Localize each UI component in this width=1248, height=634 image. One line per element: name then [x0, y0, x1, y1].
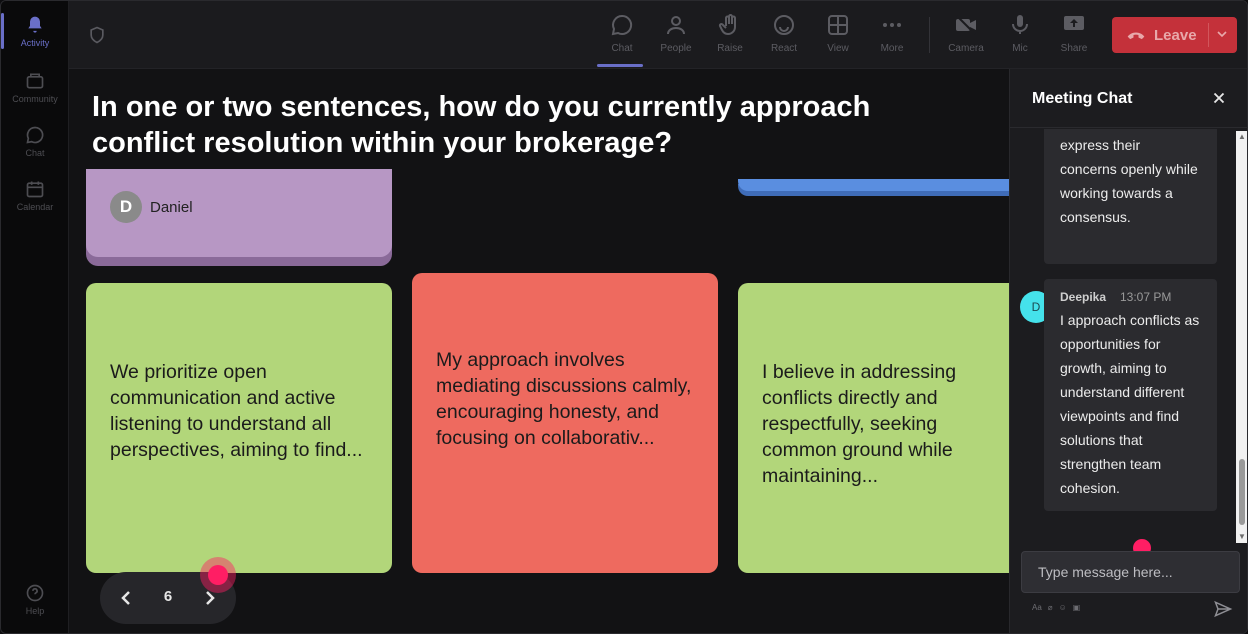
raise-hand-button[interactable]: Raise — [705, 11, 755, 61]
format-text-icon[interactable]: Aa — [1032, 603, 1042, 612]
meeting-toolbar: Chat People Raise React View More Camera — [69, 1, 1247, 69]
emoji-icon[interactable]: ☺ — [1059, 603, 1067, 612]
gif-icon[interactable]: ▣ — [1073, 603, 1081, 612]
close-icon[interactable] — [1210, 89, 1228, 107]
community-icon — [26, 73, 44, 88]
scrollbar-thumb[interactable] — [1239, 459, 1245, 525]
meeting-chat-panel: Meeting Chat express their concerns open… — [1009, 69, 1247, 633]
microphone-icon — [1012, 15, 1028, 34]
leave-button-divider — [1208, 23, 1209, 47]
card-text: I believe in addressing conflicts direct… — [762, 361, 957, 487]
share-button-label: Share — [1060, 43, 1088, 54]
chat-icon — [26, 126, 44, 144]
meeting-app: Activity Community Chat Calendar Help Ch… — [0, 0, 1248, 634]
format-toolbar: Aa ⌀ ☺ ▣ — [1032, 603, 1080, 612]
person-icon — [667, 16, 685, 35]
chat-message-input[interactable] — [1021, 551, 1240, 593]
rail-item-label: Activity — [20, 37, 50, 48]
leave-button-label: Leave — [1154, 26, 1197, 44]
mic-button[interactable]: Mic — [995, 11, 1045, 61]
presentation-stage: In one or two sentences, how do you curr… — [69, 69, 1009, 633]
rail-item-label: Calendar — [16, 201, 54, 212]
cursor-dot — [208, 565, 228, 585]
chat-message: express their concerns openly while work… — [1044, 129, 1217, 264]
page-number: 6 — [163, 588, 173, 605]
rail-item-label: Community — [12, 93, 58, 104]
share-screen-icon — [1064, 16, 1084, 30]
view-button[interactable]: View — [813, 11, 863, 61]
chat-title: Meeting Chat — [1032, 90, 1133, 107]
react-button-label: React — [770, 43, 798, 54]
grid-icon — [828, 15, 848, 35]
raise-hand-button-label: Raise — [717, 43, 743, 54]
chat-scrollbar[interactable]: ▲ ▼ — [1236, 131, 1247, 543]
help-icon — [26, 584, 44, 601]
chevron-down-icon[interactable] — [1214, 26, 1230, 42]
card-text: We prioritize open communication and act… — [110, 361, 363, 461]
phone-hangup-icon — [1127, 32, 1145, 40]
chat-message-author: Deepika — [1060, 290, 1107, 304]
more-button-label: More — [880, 43, 904, 54]
send-icon[interactable] — [1213, 599, 1233, 619]
leave-button[interactable]: Leave — [1112, 17, 1237, 53]
response-card[interactable] — [738, 179, 1009, 191]
smiley-icon — [774, 15, 794, 35]
bell-icon — [28, 16, 42, 32]
camera-button[interactable]: Camera — [941, 11, 991, 61]
avatar: D — [110, 191, 142, 223]
chat-button-label: Chat — [611, 43, 633, 54]
more-button[interactable]: More — [867, 11, 917, 61]
chat-header-divider — [1010, 127, 1247, 128]
chat-message-time: 13:07 PM — [1120, 290, 1172, 304]
rail-item-activity[interactable]: Activity — [1, 7, 65, 55]
chevron-left-icon[interactable] — [114, 586, 138, 610]
camera-button-label: Camera — [948, 43, 984, 54]
calendar-icon — [26, 181, 44, 197]
card-author: Daniel — [150, 199, 193, 216]
shield-icon[interactable] — [87, 25, 107, 45]
response-card[interactable]: I believe in addressing conflicts direct… — [738, 283, 1009, 573]
people-button-label: People — [660, 43, 692, 54]
chat-button[interactable]: Chat — [597, 11, 647, 67]
camera-off-icon — [956, 15, 976, 35]
chat-message-text: express their concerns openly while work… — [1060, 137, 1198, 225]
ellipsis-icon — [883, 23, 901, 27]
view-button-label: View — [827, 43, 849, 54]
attach-icon[interactable]: ⌀ — [1048, 603, 1053, 612]
chat-message-text: I approach conflicts as opportunities fo… — [1060, 312, 1200, 496]
rail-item-chat[interactable]: Chat — [5, 117, 65, 165]
response-card[interactable]: We prioritize open communication and act… — [86, 283, 392, 573]
people-button[interactable]: People — [651, 11, 701, 61]
avatar-initial: D — [1031, 300, 1041, 314]
hand-icon — [718, 14, 736, 36]
rail-item-label: Chat — [25, 147, 45, 158]
rail-item-label: Help — [25, 605, 45, 616]
response-card[interactable]: My approach involves mediating discussio… — [412, 273, 718, 573]
rail-item-community[interactable]: Community — [5, 63, 65, 111]
question-title: In one or two sentences, how do you curr… — [92, 91, 871, 159]
left-rail: Activity Community Chat Calendar Help — [1, 1, 69, 633]
rail-item-calendar[interactable]: Calendar — [5, 171, 65, 219]
response-card[interactable]: D Daniel — [86, 169, 392, 257]
toolbar-divider — [929, 17, 930, 53]
chat-icon — [611, 14, 633, 36]
rail-item-help[interactable]: Help — [5, 575, 65, 623]
mic-button-label: Mic — [1012, 43, 1028, 54]
share-button[interactable]: Share — [1049, 11, 1099, 61]
scroll-down-icon[interactable]: ▼ — [1238, 533, 1246, 541]
react-button[interactable]: React — [759, 11, 809, 61]
scroll-up-icon[interactable]: ▲ — [1238, 133, 1246, 141]
card-text: My approach involves mediating discussio… — [436, 349, 692, 449]
chat-message: Deepika 13:07 PM I approach conflicts as… — [1044, 279, 1217, 511]
